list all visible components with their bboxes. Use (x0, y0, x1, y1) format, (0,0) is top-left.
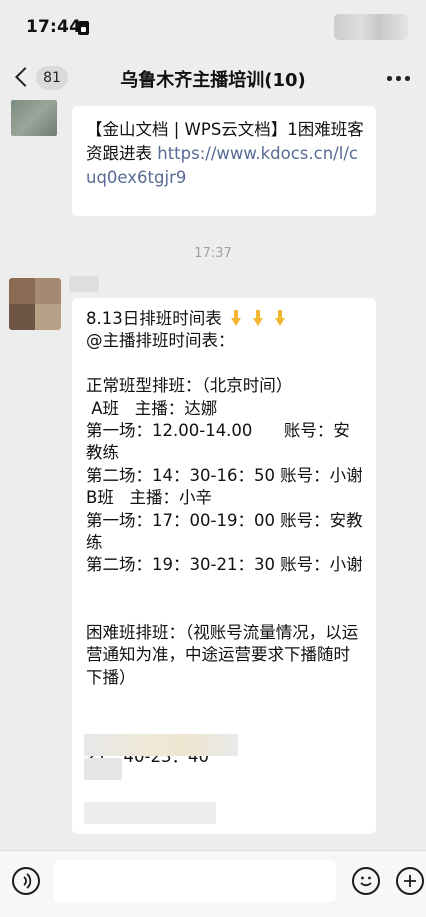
chat-title: 乌鲁木齐主播培训(10) (120, 70, 306, 91)
redacted-text (84, 802, 216, 824)
input-bar (0, 850, 426, 917)
message-bubble[interactable]: 8.13日排班时间表 @主播排班时间表： 正常班型排班：（北京时间） A班 主播… (72, 298, 376, 834)
redacted-text (84, 758, 122, 780)
message-body: @主播排班时间表： 正常班型排班：（北京时间） A班 主播：达娜 第一场：12.… (86, 331, 363, 687)
emoji-icon (360, 876, 372, 887)
voice-icon (23, 873, 32, 889)
pointing-down-icon (275, 310, 285, 326)
status-bar: 17:44 (0, 0, 426, 56)
message-timestamp: 17:37 (194, 246, 232, 261)
message-bubble[interactable]: 【金山文档 | WPS云文档】1困难班客资跟进表 https://www.kdo… (72, 106, 376, 216)
redacted-text (84, 734, 238, 756)
message-title: 8.13日排班时间表 (86, 309, 222, 328)
add-icon (404, 875, 416, 887)
avatar[interactable] (9, 278, 61, 330)
emoji-button[interactable] (352, 867, 380, 895)
message-input[interactable] (54, 860, 336, 902)
notification-icon (78, 21, 89, 35)
status-indicators-redacted (334, 14, 408, 40)
more-icon (387, 76, 392, 81)
chat-messages[interactable]: 【金山文档 | WPS云文档】1困难班客资跟进表 https://www.kdo… (0, 100, 426, 850)
avatar[interactable] (11, 100, 57, 136)
pointing-down-icon (231, 310, 241, 326)
chat-header: 81 乌鲁木齐主播培训(10) (0, 56, 426, 100)
voice-button[interactable] (12, 867, 40, 895)
pointing-down-icon (253, 310, 263, 326)
more-button[interactable] (384, 67, 414, 89)
add-button[interactable] (396, 867, 424, 895)
sender-name-redacted (69, 276, 99, 292)
status-time: 17:44 (26, 17, 82, 37)
